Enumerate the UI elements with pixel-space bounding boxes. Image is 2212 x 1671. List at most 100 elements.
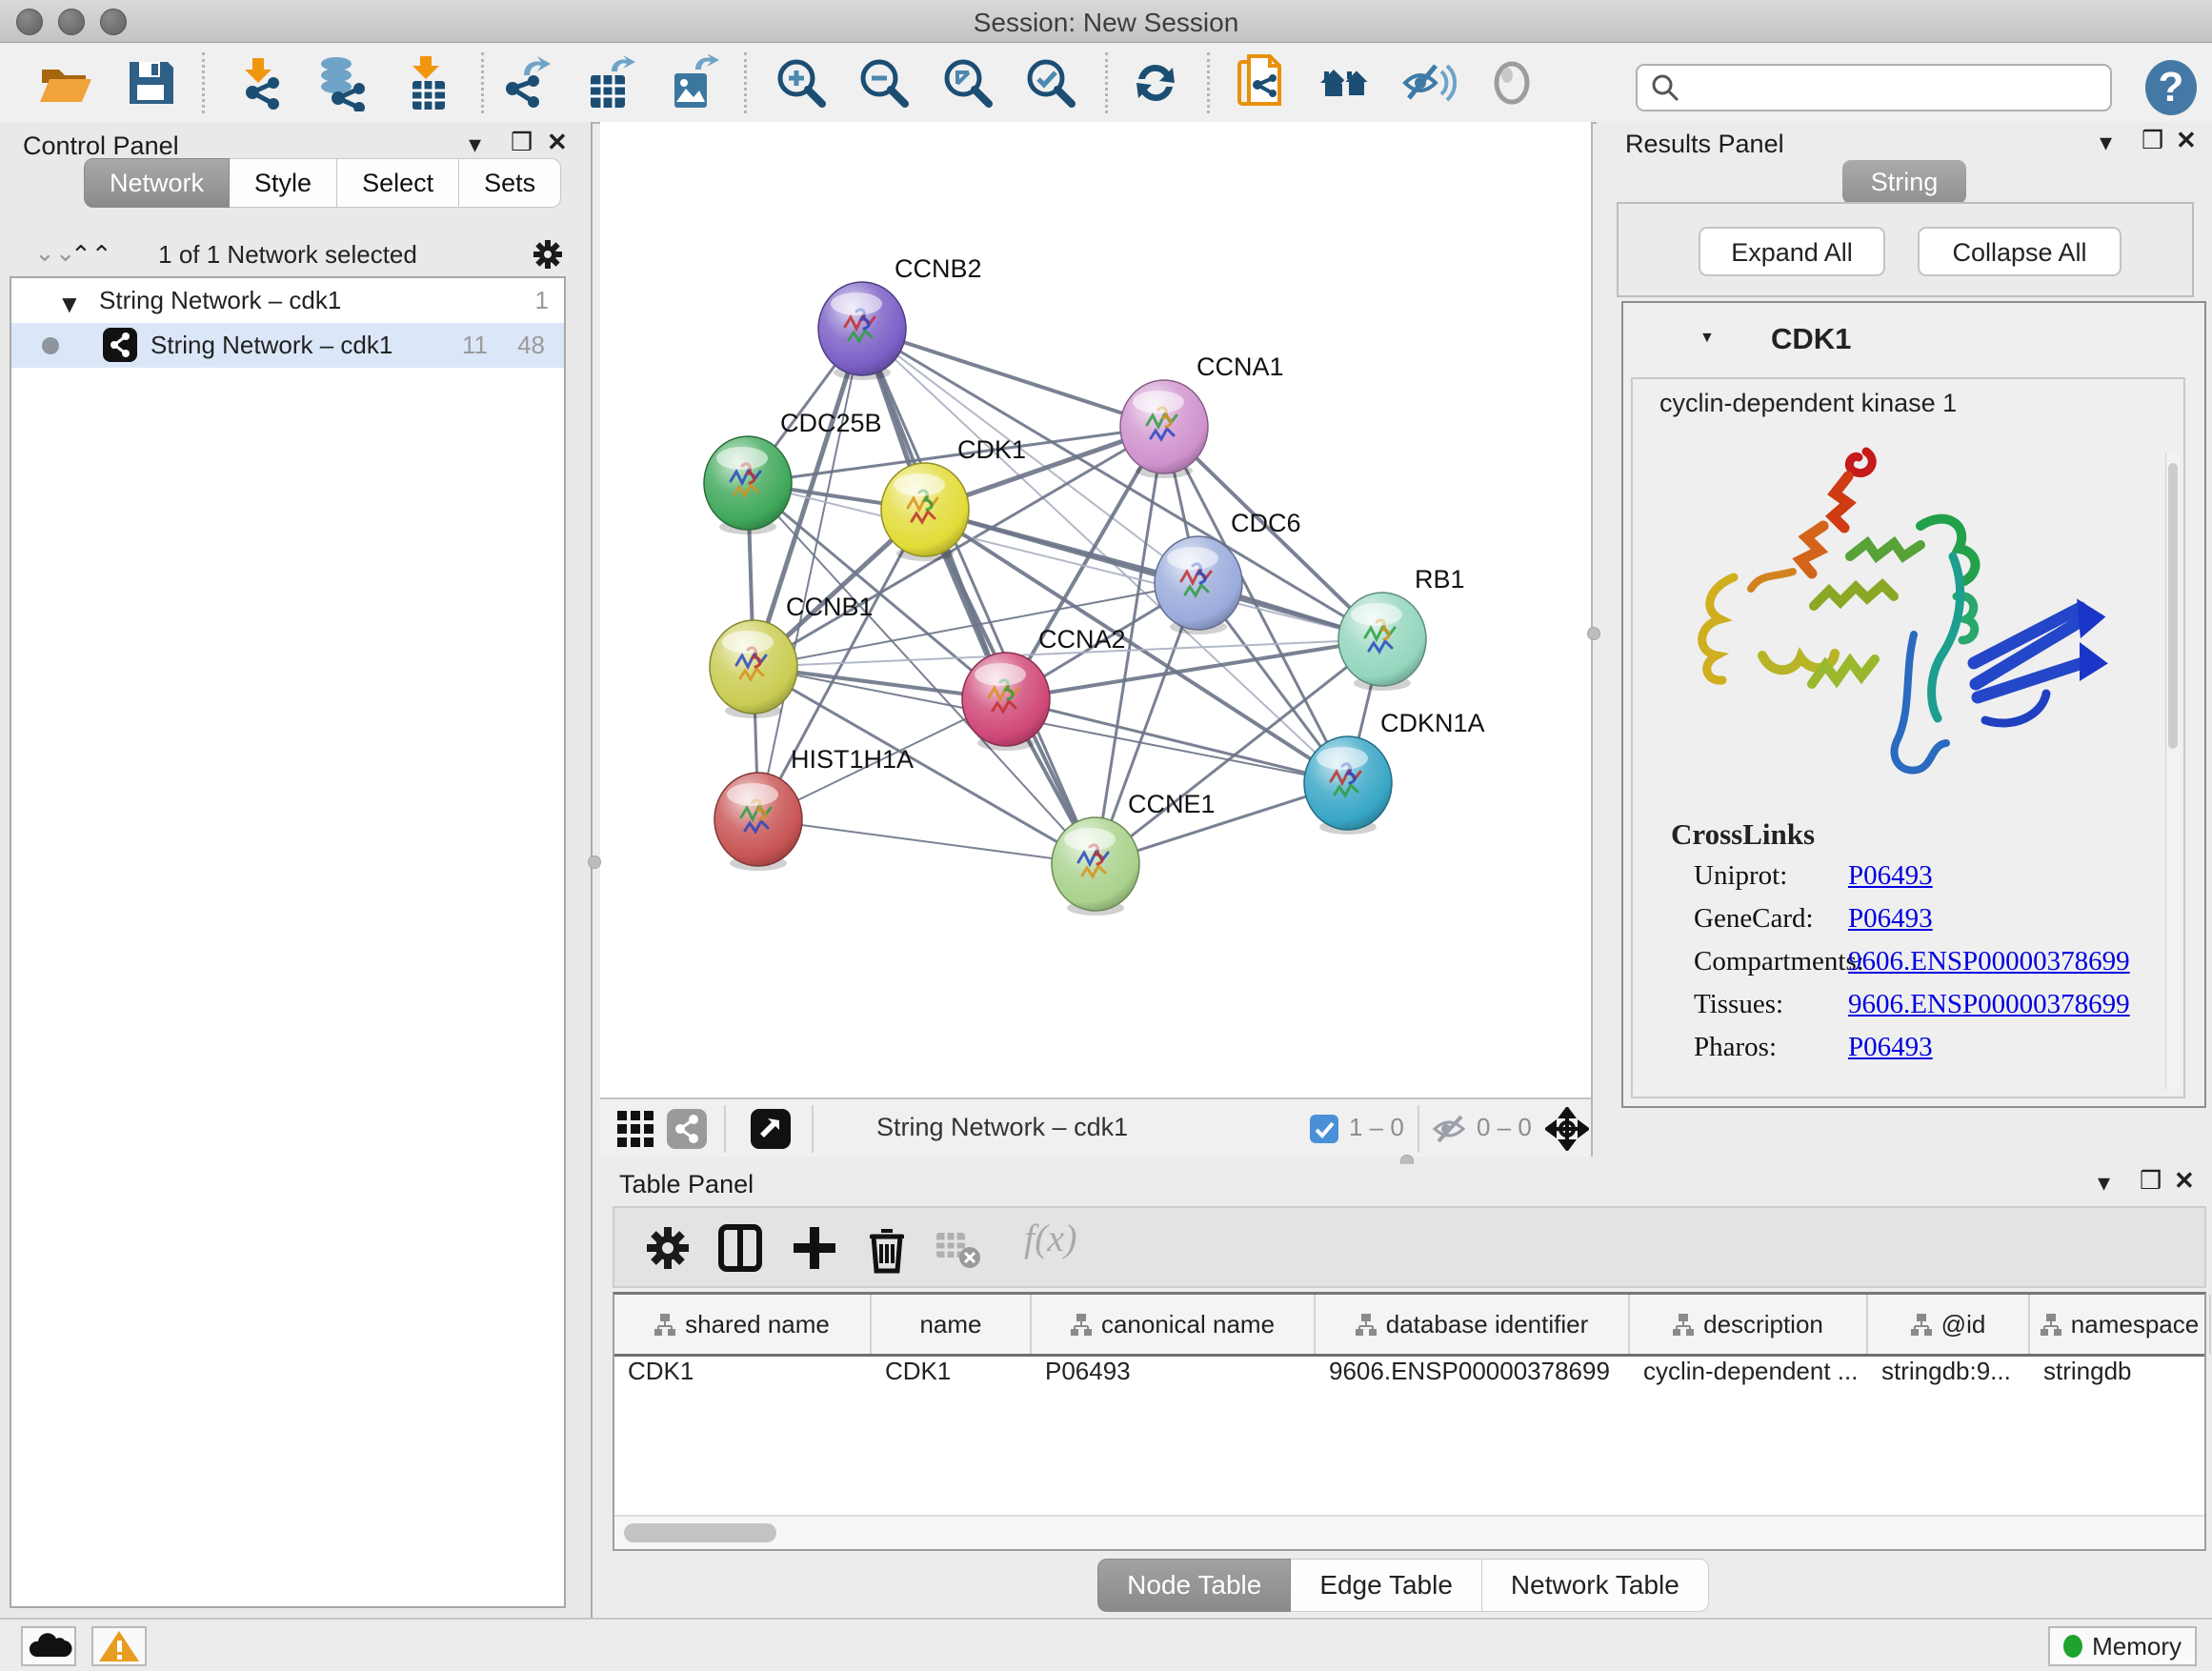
export-network-icon[interactable] (497, 54, 554, 111)
panel-float-icon[interactable]: ❒ (511, 128, 533, 157)
column-header-id[interactable]: @id (1868, 1295, 2030, 1354)
gene-card-header[interactable]: ▼ CDK1 (1623, 303, 2204, 377)
open-folder-icon[interactable] (36, 54, 93, 111)
panel-close-icon[interactable]: ✕ (547, 128, 568, 157)
warnings-button[interactable] (91, 1626, 147, 1666)
tab-string[interactable]: String (1842, 160, 1966, 204)
column-header-namespace[interactable]: namespace (2030, 1295, 2211, 1354)
share-document-icon[interactable] (1234, 54, 1291, 111)
collection-caret-icon[interactable]: ▼ (57, 290, 82, 319)
import-table-icon[interactable] (397, 54, 454, 111)
function-builder-icon: f(x) (1024, 1216, 1077, 1260)
panel-close-icon[interactable]: ✕ (2176, 126, 2197, 155)
expand-all-button[interactable]: Expand All (1699, 227, 1885, 276)
crosslink-link[interactable]: 9606.ENSP00000378699 (1848, 989, 2130, 1032)
control-panel-tabs: NetworkStyleSelectSets (84, 158, 561, 208)
grid-view-icon[interactable] (615, 1109, 655, 1149)
table-hscrollbar[interactable] (614, 1515, 2204, 1549)
columns-icon[interactable] (714, 1221, 767, 1275)
network-title: String Network – cdk1 (876, 1113, 1128, 1142)
options-gear-icon[interactable] (530, 236, 566, 272)
gene-caret-icon[interactable]: ▼ (1699, 330, 1715, 347)
crosslink-link[interactable]: P06493 (1848, 903, 1933, 946)
tab-select[interactable]: Select (337, 158, 459, 208)
panel-float-icon[interactable]: ❒ (2140, 1166, 2162, 1196)
crosslinks-list: Uniprot:P06493GeneCard:P06493Compartment… (1694, 860, 2130, 1075)
selected-checkbox-icon[interactable] (1310, 1115, 1338, 1143)
network-badge-icon[interactable] (667, 1109, 707, 1149)
panel-menu-icon[interactable]: ▾ (2098, 1168, 2110, 1198)
crosslink-link[interactable]: 9606.ENSP00000378699 (1848, 946, 2130, 989)
titlebar: Session: New Session (0, 0, 2212, 43)
refresh-icon[interactable] (1127, 54, 1184, 111)
hscroll-thumb[interactable] (624, 1523, 776, 1542)
crosslink-link[interactable]: P06493 (1848, 860, 1933, 903)
automation-cloud-button[interactable] (21, 1626, 76, 1666)
network-node-RB1[interactable]: RB1 (1338, 565, 1465, 691)
save-icon[interactable] (122, 54, 179, 111)
collapse-all-button[interactable]: Collapse All (1918, 227, 2122, 276)
table-panel: Table Panel ▾ ❒ ✕ (594, 1164, 2212, 1620)
vertical-splitter-handle[interactable] (588, 856, 601, 869)
import-network-icon[interactable] (231, 54, 289, 111)
column-header-canonicalname[interactable]: canonical name (1032, 1295, 1316, 1354)
cloud-icon (23, 1628, 74, 1664)
network-list: ▼ String Network – cdk1 1 String Network… (10, 276, 566, 1608)
add-column-icon[interactable] (788, 1221, 841, 1275)
column-header-description[interactable]: description (1630, 1295, 1868, 1354)
network-node-CCNA1[interactable]: CCNA1 (1120, 352, 1284, 478)
help-icon[interactable]: ? (2145, 60, 2197, 115)
node-label: RB1 (1415, 565, 1465, 594)
eye-icon[interactable] (1483, 54, 1540, 111)
import-database-icon[interactable] (312, 54, 369, 111)
panel-float-icon[interactable]: ❒ (2142, 126, 2163, 155)
panel-close-icon[interactable]: ✕ (2174, 1166, 2195, 1196)
delete-column-icon[interactable] (860, 1221, 914, 1275)
hide-eye-icon[interactable] (1399, 54, 1457, 111)
collection-label: String Network – cdk1 (99, 286, 341, 315)
network-node-CDC6[interactable]: CDC6 (1155, 509, 1301, 634)
table-gear-icon[interactable] (641, 1221, 694, 1275)
gene-card-content: cyclin-dependent kinase 1 (1631, 377, 2185, 1098)
export-table-icon[interactable] (581, 54, 638, 111)
column-header-sharedname[interactable]: shared name (614, 1295, 872, 1354)
network-canvas[interactable]: CCNB2CCNA1CDC25BCDK1CDC6RB1CCNB1CCNA2CDK… (600, 122, 1591, 1097)
column-header-name[interactable]: name (872, 1295, 1032, 1354)
column-header-databaseidentifier[interactable]: database identifier (1316, 1295, 1630, 1354)
network-row-selected[interactable]: String Network – cdk1 11 48 (11, 323, 564, 368)
tab-edge-table[interactable]: Edge Table (1291, 1559, 1482, 1612)
tab-network[interactable]: Network (84, 158, 230, 208)
network-node-CCNE1[interactable]: CCNE1 (1052, 790, 1216, 916)
results-controls: Expand All Collapse All (1617, 202, 2194, 297)
zoom-selected-icon[interactable] (1022, 54, 1079, 111)
tab-node-table[interactable]: Node Table (1097, 1559, 1291, 1612)
network-node-CDKN1A[interactable]: CDKN1A (1304, 709, 1485, 835)
crosslink-row: Uniprot:P06493 (1694, 860, 2130, 903)
table-row[interactable]: CDK1CDK1P064939606.ENSP00000378699cyclin… (614, 1357, 2204, 1395)
homes-icon[interactable] (1317, 54, 1374, 111)
tab-sets[interactable]: Sets (459, 158, 561, 208)
search-input[interactable] (1681, 72, 2110, 104)
tab-style[interactable]: Style (230, 158, 337, 208)
tab-network-table[interactable]: Network Table (1482, 1559, 1709, 1612)
network-node-CCNA2[interactable]: CCNA2 (962, 625, 1126, 751)
fit-selection-crosshair-icon[interactable] (1545, 1107, 1589, 1151)
search-field[interactable] (1636, 64, 2112, 111)
zoom-fit-icon[interactable] (939, 54, 996, 111)
network-node-CDC25B[interactable]: CDC25B (704, 409, 882, 534)
memory-button[interactable]: Memory (2048, 1626, 2197, 1666)
results-scrollbar[interactable] (2165, 453, 2180, 1089)
zoom-out-icon[interactable] (855, 54, 913, 111)
export-image-icon[interactable] (663, 54, 720, 111)
panel-menu-icon[interactable]: ▾ (2100, 128, 2112, 157)
crosslink-link[interactable]: P06493 (1848, 1032, 1933, 1075)
network-collection-row[interactable]: ▼ String Network – cdk1 1 (11, 278, 564, 323)
birds-eye-view-icon[interactable] (751, 1109, 791, 1149)
network-node-CCNB1[interactable]: CCNB1 (710, 593, 874, 718)
vertical-splitter-handle[interactable] (1587, 627, 1600, 640)
panel-menu-icon[interactable]: ▾ (469, 130, 481, 159)
node-label: CCNA2 (1038, 625, 1126, 654)
zoom-in-icon[interactable] (773, 54, 830, 111)
warning-icon (93, 1628, 145, 1664)
network-node-HIST1H1A[interactable]: HIST1H1A (714, 745, 914, 871)
